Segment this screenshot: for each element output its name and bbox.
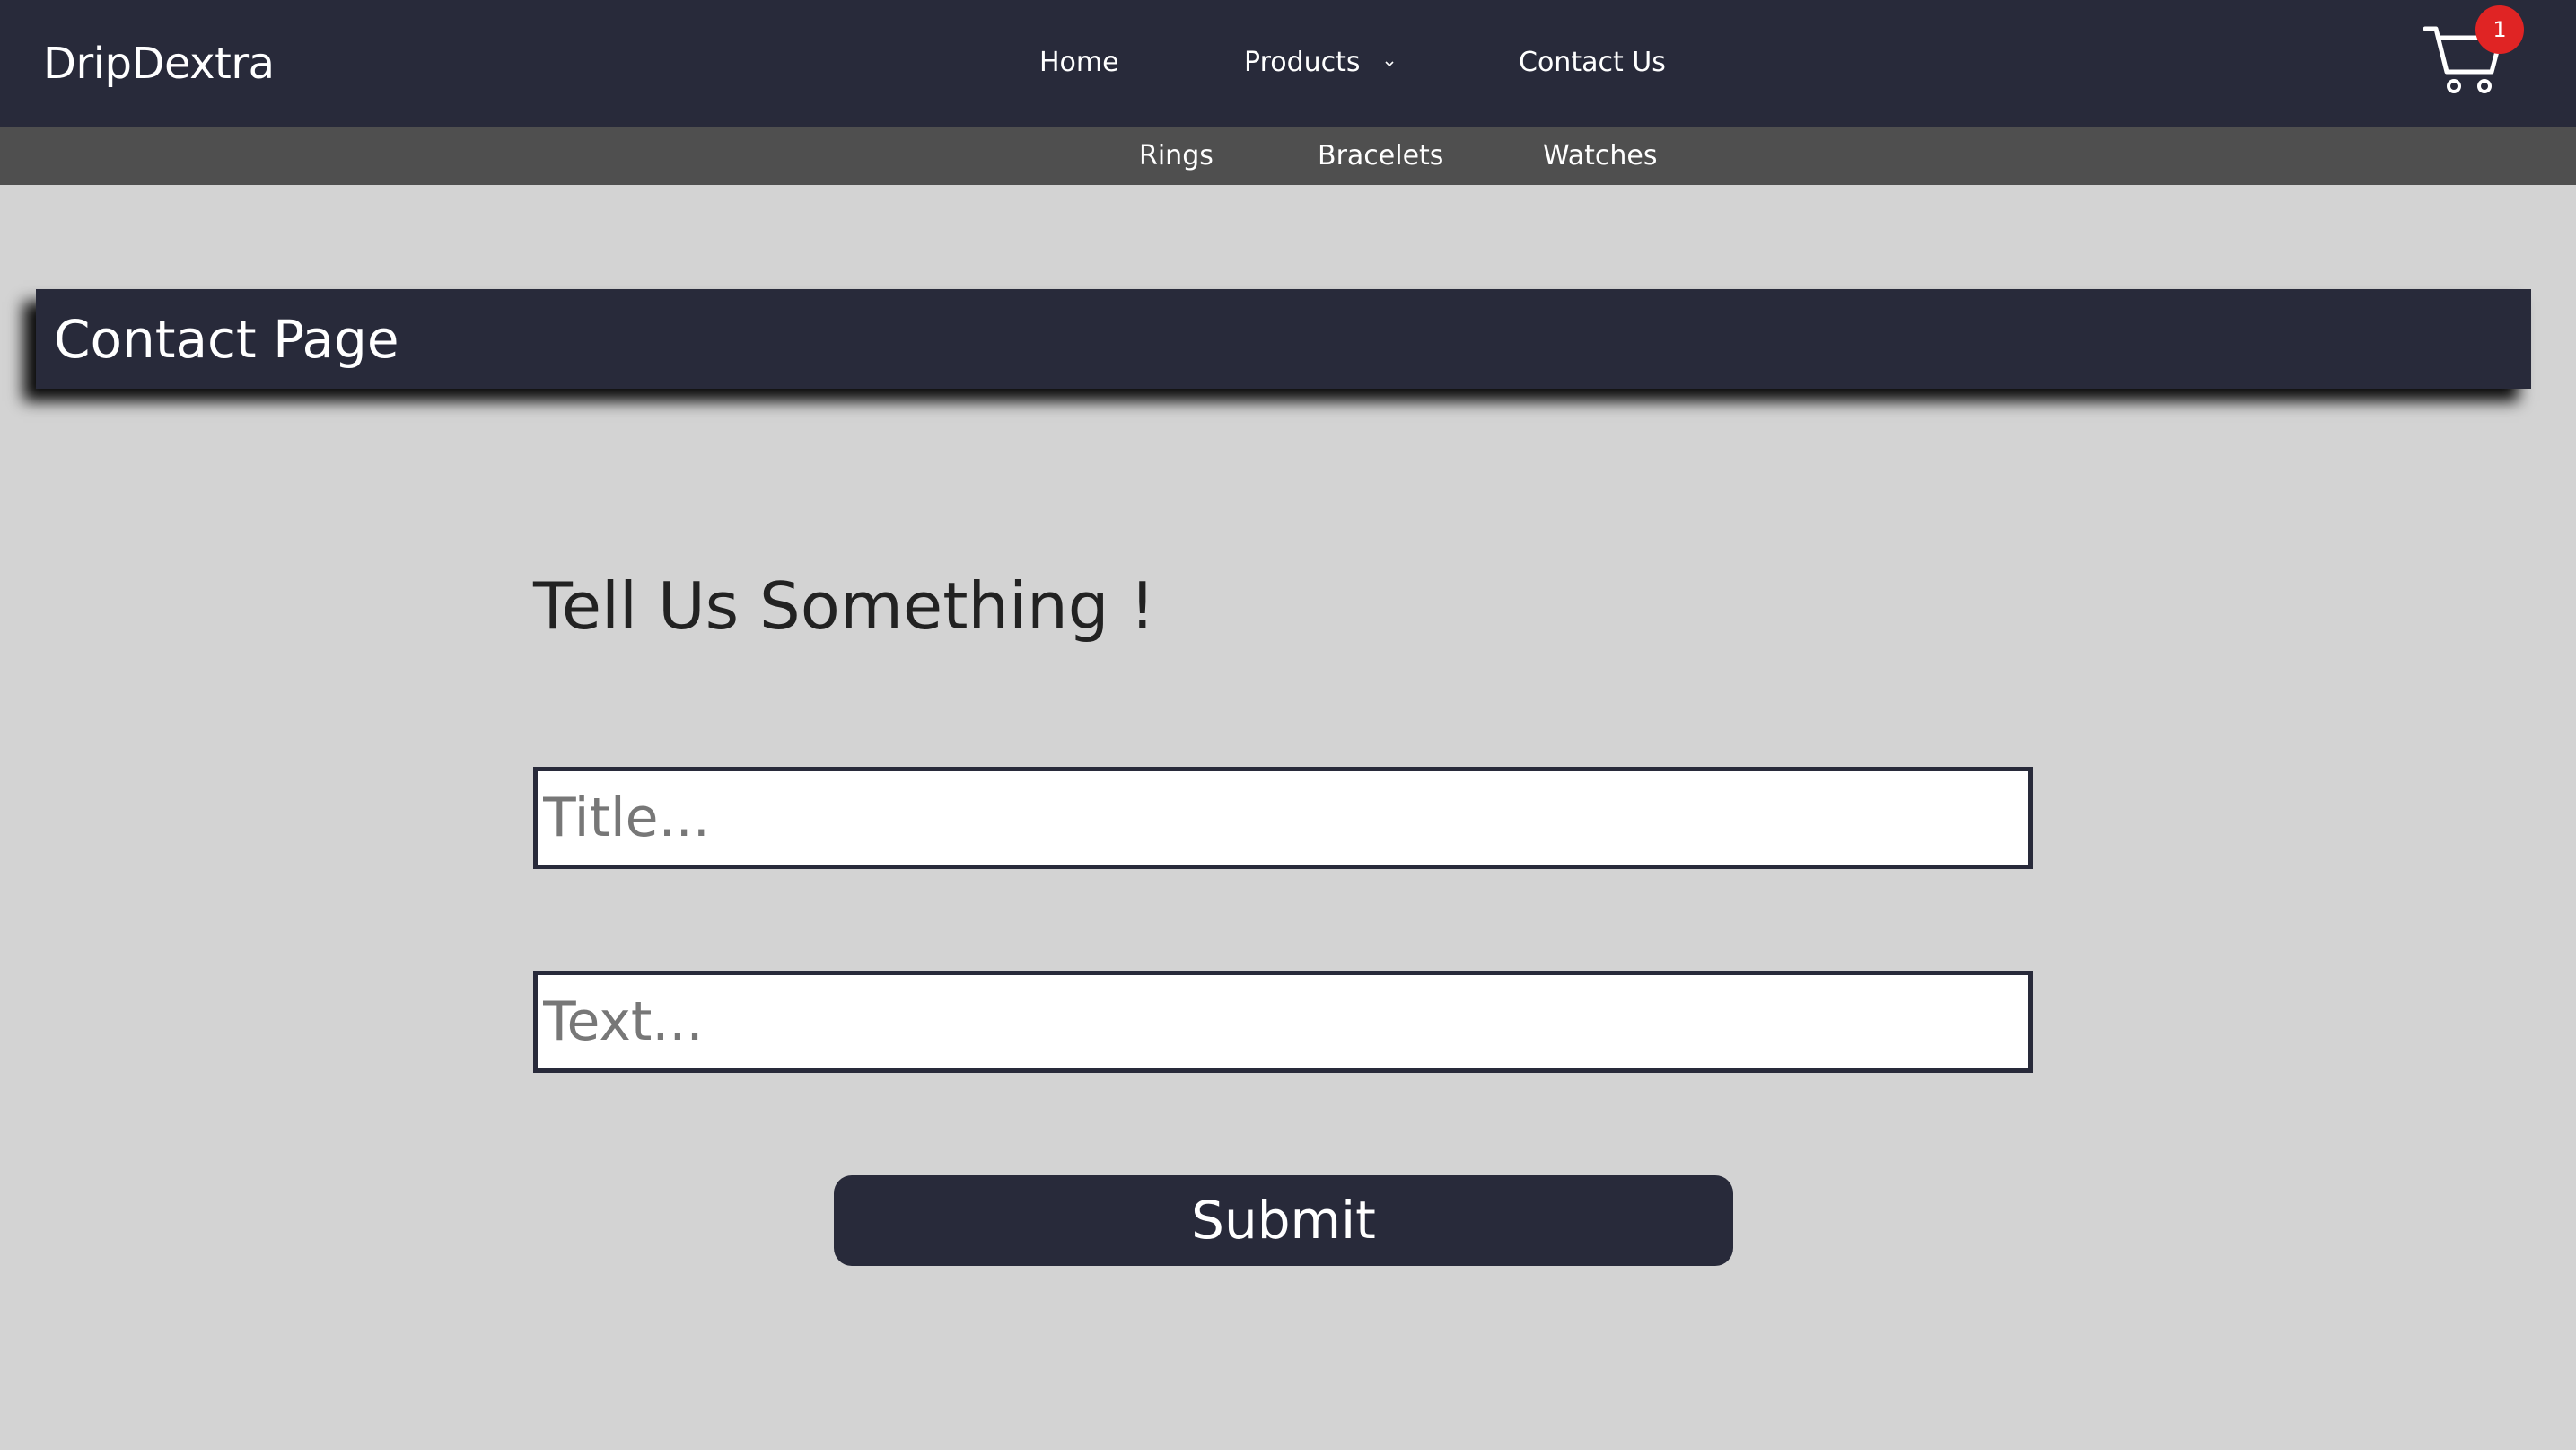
chevron-down-icon bbox=[1385, 60, 1394, 66]
brand-logo[interactable]: DripDextra bbox=[43, 32, 275, 95]
products-subnav: Rings Bracelets Watches bbox=[0, 127, 2576, 185]
text-input[interactable] bbox=[533, 971, 2033, 1073]
page-title: Contact Page bbox=[54, 309, 399, 370]
subnav-item-rings[interactable]: Rings bbox=[1139, 131, 1214, 181]
nav-products-dropdown[interactable]: Products bbox=[1244, 36, 1396, 90]
page-title-banner: Contact Page bbox=[36, 289, 2531, 389]
nav-contact-link[interactable]: Contact Us bbox=[1519, 36, 1666, 90]
form-heading: Tell Us Something ! bbox=[533, 568, 1156, 644]
nav-products-label: Products bbox=[1244, 47, 1361, 78]
subnav-item-watches[interactable]: Watches bbox=[1543, 131, 1658, 181]
title-input[interactable] bbox=[533, 767, 2033, 869]
subnav-item-bracelets[interactable]: Bracelets bbox=[1318, 131, 1443, 181]
submit-button[interactable]: Submit bbox=[834, 1175, 1733, 1266]
nav-home-link[interactable]: Home bbox=[1039, 36, 1119, 90]
cart-count-badge: 1 bbox=[2475, 5, 2524, 54]
top-navbar: DripDextra Home Products Contact Us 1 bbox=[0, 0, 2576, 127]
